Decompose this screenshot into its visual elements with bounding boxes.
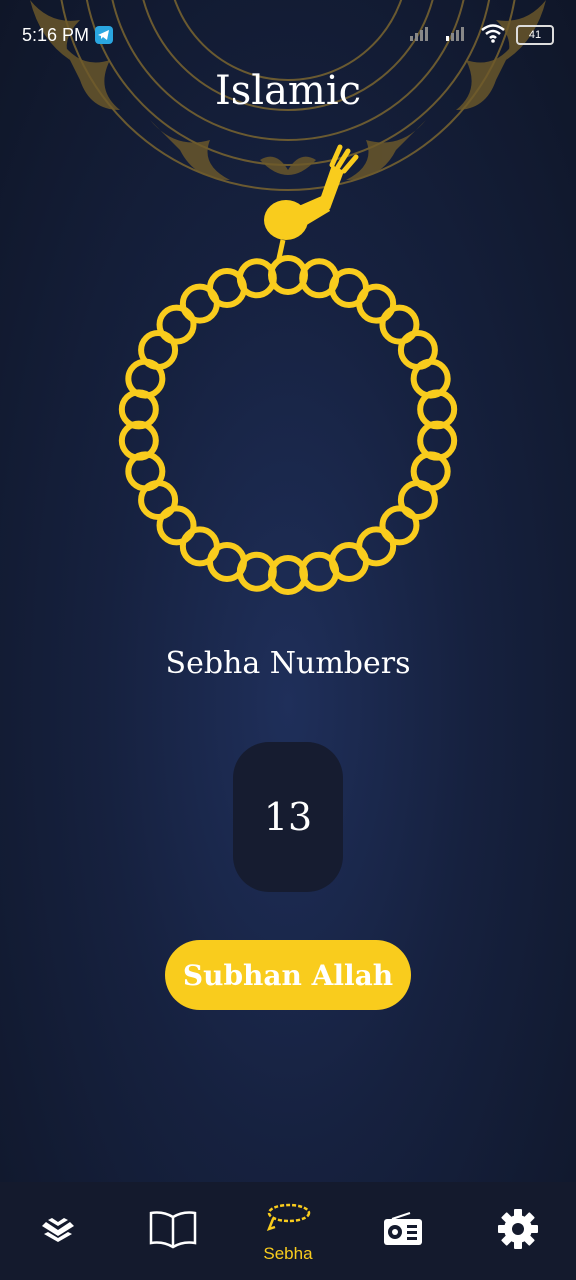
- status-bar: 5:16 PM 41: [0, 0, 576, 70]
- app-title: Islamic: [214, 68, 362, 114]
- bottom-navigation: Sebha: [0, 1182, 576, 1280]
- book-icon: [148, 1209, 198, 1254]
- nav-item-hadith[interactable]: [123, 1182, 223, 1280]
- nav-item-radio[interactable]: [353, 1182, 453, 1280]
- nav-label-sebha: Sebha: [263, 1243, 313, 1263]
- dhikr-button[interactable]: Subhan Allah: [165, 940, 411, 1010]
- quran-icon: [38, 1214, 78, 1249]
- counter-value: 13: [263, 795, 313, 839]
- radio-icon: [382, 1211, 424, 1252]
- battery-indicator: 41: [516, 25, 554, 45]
- signal-icon-2: [444, 24, 470, 47]
- status-time: 5:16 PM: [22, 24, 90, 45]
- sebha-icon: [263, 1199, 313, 1240]
- signal-icon: [408, 24, 434, 47]
- nav-item-settings[interactable]: [468, 1182, 568, 1280]
- tasbeeh-counter: 13: [233, 742, 343, 892]
- status-right: 41: [408, 23, 554, 48]
- wifi-icon: [480, 23, 506, 48]
- sebha-numbers-label: Sebha Numbers: [165, 646, 411, 681]
- sebha-beads-image[interactable]: [118, 135, 458, 600]
- dhikr-button-label: Subhan Allah: [182, 958, 394, 992]
- status-left: 5:16 PM: [22, 24, 114, 46]
- bead-tassel: [264, 144, 359, 264]
- nav-item-sebha[interactable]: Sebha: [238, 1182, 338, 1280]
- nav-item-quran[interactable]: [8, 1182, 108, 1280]
- gear-icon: [497, 1208, 539, 1255]
- telegram-icon: [95, 26, 114, 44]
